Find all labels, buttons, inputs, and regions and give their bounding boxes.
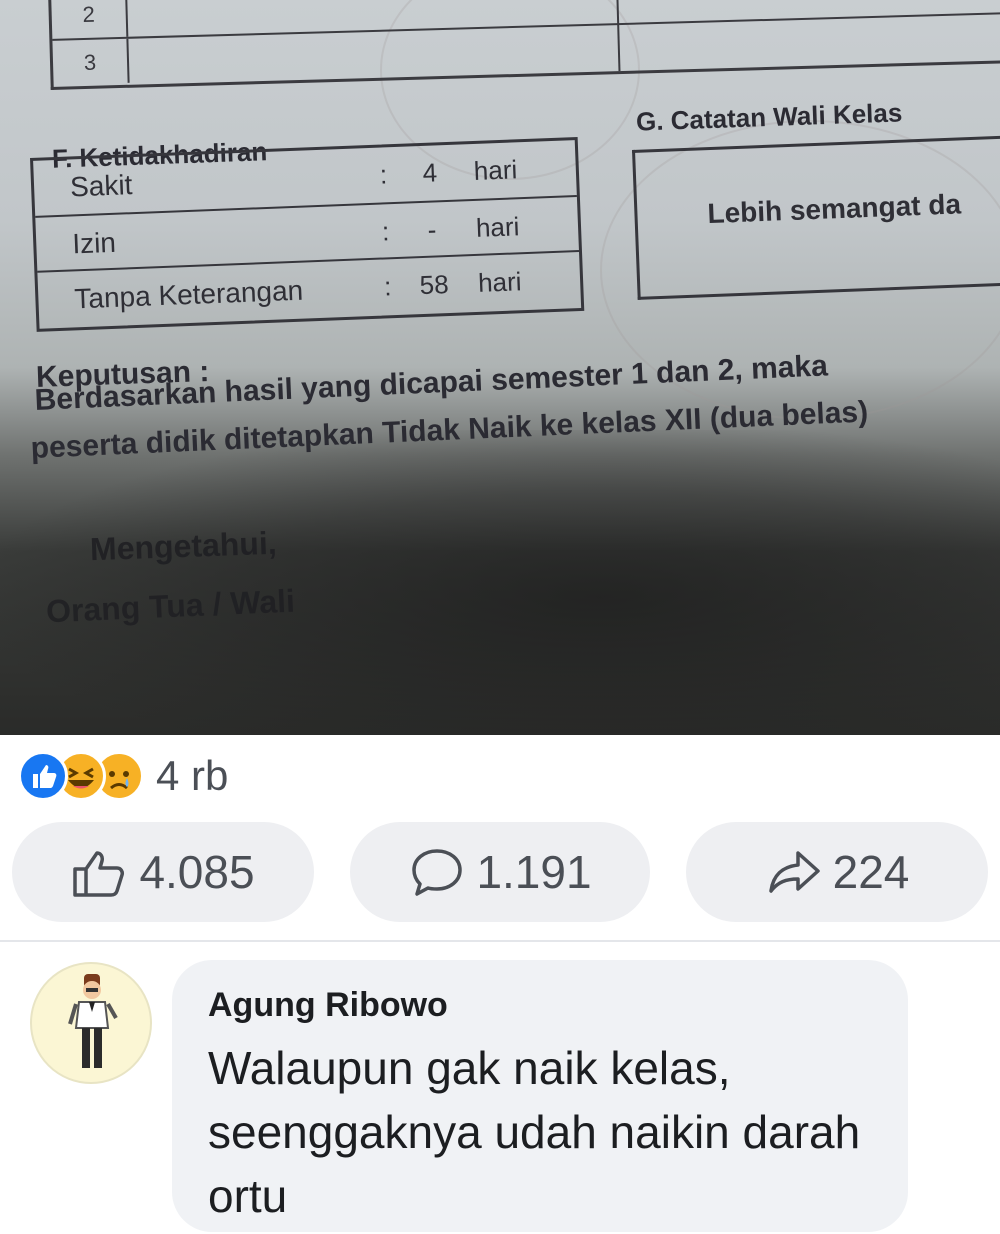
- row-number: 2: [51, 0, 129, 39]
- absence-value: 4: [422, 157, 438, 188]
- sign-line: Mengetahui,: [89, 524, 278, 568]
- absence-label: Izin: [71, 226, 117, 260]
- thumbs-up-icon: [73, 851, 125, 897]
- comment-button[interactable]: 1.191: [350, 822, 650, 922]
- absence-unit: hari: [473, 154, 518, 186]
- absence-label: Tanpa Keterangan: [73, 274, 304, 315]
- comment-text: Walaupun gak naik kelas, seenggaknya uda…: [208, 1042, 861, 1222]
- reaction-count: 4 rb: [156, 752, 229, 799]
- share-count: 224: [832, 846, 910, 898]
- comment-author[interactable]: Agung Ribowo: [208, 986, 448, 1025]
- comment-bubble[interactable]: Agung Ribowo Walaupun gak naik kelas, se…: [172, 960, 908, 1232]
- like-button[interactable]: 4.085: [12, 822, 314, 922]
- absence-unit: hari: [475, 211, 520, 243]
- reactions-summary[interactable]: 4 rb: [18, 751, 229, 801]
- like-reaction-icon: [18, 751, 68, 801]
- comment-bubble-icon: [412, 849, 463, 896]
- absence-value: 58: [419, 269, 450, 301]
- cartoon-person-icon: [68, 974, 118, 1068]
- post-photo[interactable]: 2 3 F. Ketidakhadiran Sakit : 4 hari Izi…: [0, 0, 1000, 735]
- share-button[interactable]: 224: [686, 822, 988, 922]
- like-count: 4.085: [139, 846, 255, 898]
- absence-label: Sakit: [69, 169, 133, 203]
- divider: [0, 940, 1000, 942]
- grades-table: 2 3: [48, 0, 1000, 90]
- absence-value: -: [427, 214, 437, 245]
- absence-table: Sakit : 4 hari Izin : - hari Tanpa Keter…: [30, 136, 585, 332]
- absence-unit: hari: [477, 266, 523, 298]
- notes-box: Lebih semangat da: [632, 133, 1000, 300]
- share-arrow-icon: [768, 851, 820, 893]
- row-number: 3: [52, 38, 130, 85]
- notes-text: Lebih semangat da: [706, 188, 962, 230]
- avatar[interactable]: [30, 962, 152, 1084]
- comment-count: 1.191: [476, 846, 592, 898]
